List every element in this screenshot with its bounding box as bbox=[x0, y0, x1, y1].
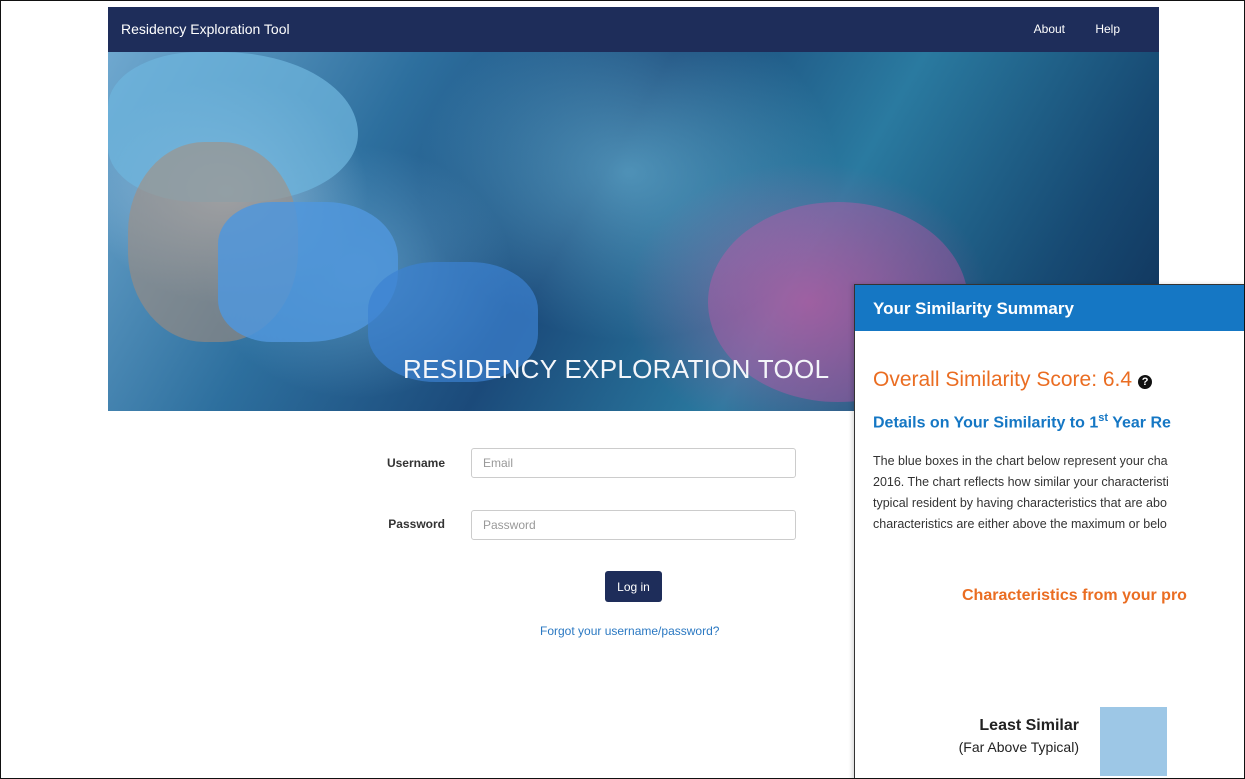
screenshot-frame: Residency Exploration Tool About Help RE… bbox=[0, 0, 1245, 779]
password-label: Password bbox=[388, 517, 445, 531]
details-superscript: st bbox=[1098, 412, 1109, 424]
hero-title: RESIDENCY EXPLORATION TOOL bbox=[403, 354, 830, 384]
nav-about-link[interactable]: About bbox=[1034, 22, 1065, 36]
summary-title: Your Similarity Summary bbox=[873, 299, 1074, 318]
details-prefix: Details on Your Similarity to 1 bbox=[873, 414, 1099, 432]
details-heading: Details on Your Similarity to 1st Year R… bbox=[873, 412, 1171, 432]
top-navbar: Residency Exploration Tool About Help bbox=[108, 7, 1159, 52]
description-line: The blue boxes in the chart below repres… bbox=[873, 454, 1168, 468]
least-similar-box bbox=[1100, 707, 1167, 776]
login-button[interactable]: Log in bbox=[605, 571, 662, 602]
similarity-summary-panel: Your Similarity Summary Overall Similari… bbox=[854, 284, 1244, 778]
summary-description: The blue boxes in the chart below repres… bbox=[873, 451, 1244, 535]
app-brand[interactable]: Residency Exploration Tool bbox=[121, 21, 290, 37]
username-input[interactable] bbox=[471, 448, 796, 478]
details-suffix: Year Re bbox=[1108, 414, 1171, 432]
least-similar-sublabel: (Far Above Typical) bbox=[958, 739, 1079, 755]
nav-help-link[interactable]: Help bbox=[1095, 22, 1120, 36]
overall-similarity-score: Overall Similarity Score: 6.4? bbox=[873, 368, 1153, 392]
forgot-credentials-link[interactable]: Forgot your username/password? bbox=[540, 624, 719, 638]
least-similar-label: Least Similar bbox=[979, 717, 1079, 734]
summary-header: Your Similarity Summary bbox=[855, 285, 1244, 331]
description-line: typical resident by having characteristi… bbox=[873, 496, 1167, 510]
description-line: 2016. The chart reflects how similar you… bbox=[873, 475, 1169, 489]
password-input[interactable] bbox=[471, 510, 796, 540]
score-text: Overall Similarity Score: 6.4 bbox=[873, 368, 1133, 391]
characteristics-heading: Characteristics from your pro bbox=[962, 587, 1187, 604]
description-line: characteristics are either above the max… bbox=[873, 517, 1167, 531]
question-circle-icon[interactable]: ? bbox=[1138, 375, 1153, 389]
username-label: Username bbox=[386, 456, 445, 470]
